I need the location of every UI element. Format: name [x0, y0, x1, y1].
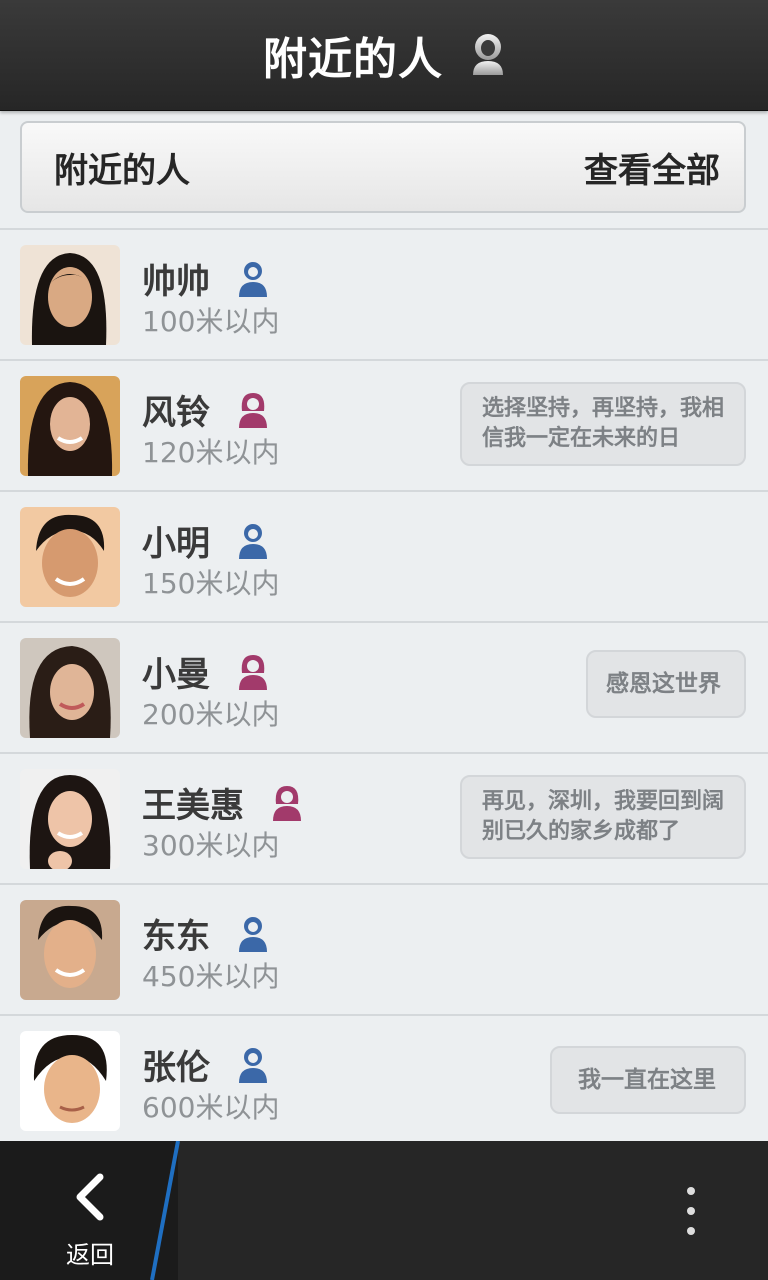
- status-bubble: 再见，深圳，我要回到阔别已久的家乡成都了: [460, 775, 746, 859]
- distance-label: 300米以内: [142, 829, 280, 862]
- avatar: [20, 900, 120, 1000]
- person-name-text: 王美惠: [142, 786, 244, 826]
- distance-label: 120米以内: [142, 436, 280, 469]
- avatar: [20, 245, 120, 345]
- more-vertical-icon: [687, 1207, 695, 1215]
- list-item[interactable]: 风铃 120米以内 选择坚持，再坚持，我相信我一定在未来的日: [0, 359, 768, 490]
- nearby-filter-bar[interactable]: 附近的人 查看全部: [20, 121, 746, 213]
- person-name: 风铃: [142, 385, 268, 434]
- avatar: [20, 769, 120, 869]
- list-item[interactable]: 帅帅 100米以内: [0, 228, 768, 359]
- person-name: 张伦: [142, 1040, 268, 1089]
- chevron-left-icon: [76, 1173, 104, 1221]
- title-bar: 附近的人: [0, 0, 768, 111]
- avatar: [20, 1031, 120, 1131]
- list-item[interactable]: 东东 450米以内: [0, 883, 768, 1014]
- person-name-text: 东东: [142, 917, 210, 957]
- status-bubble: 感恩这世界: [586, 650, 746, 718]
- person-name-text: 小明: [142, 524, 210, 564]
- distance-label: 450米以内: [142, 960, 280, 993]
- female-user-icon: [239, 392, 267, 428]
- avatar: [20, 638, 120, 738]
- person-name-text: 帅帅: [142, 262, 210, 302]
- avatar: [20, 376, 120, 476]
- male-user-icon: [239, 523, 267, 559]
- distance-label: 200米以内: [142, 698, 280, 731]
- list-item[interactable]: 小明 150米以内: [0, 490, 768, 621]
- female-user-icon: [239, 654, 267, 690]
- male-user-icon: [239, 1047, 267, 1083]
- female-user-icon: [273, 785, 301, 821]
- filter-label: 附近的人: [54, 150, 190, 191]
- back-label: 返回: [66, 1241, 114, 1269]
- person-name: 东东: [142, 909, 268, 958]
- male-user-icon: [239, 916, 267, 952]
- more-options-button[interactable]: [674, 1181, 708, 1241]
- person-icon: [473, 34, 503, 75]
- person-name: 帅帅: [142, 254, 268, 303]
- person-name: 小曼: [142, 647, 268, 696]
- distance-label: 600米以内: [142, 1091, 280, 1124]
- list-item[interactable]: 小曼 200米以内 感恩这世界: [0, 621, 768, 752]
- person-name-text: 风铃: [142, 393, 210, 433]
- person-name: 王美惠: [142, 778, 302, 827]
- people-list: 帅帅 100米以内 风铃 120米以内 选择坚持，再坚持，我相信我一定在未来的日…: [0, 228, 768, 1145]
- person-name-text: 小曼: [142, 655, 210, 695]
- distance-label: 100米以内: [142, 305, 280, 338]
- person-name-text: 张伦: [142, 1048, 210, 1088]
- list-item[interactable]: 王美惠 300米以内 再见，深圳，我要回到阔别已久的家乡成都了: [0, 752, 768, 883]
- male-user-icon: [239, 261, 267, 297]
- status-bubble: 我一直在这里: [550, 1046, 746, 1114]
- more-vertical-icon: [687, 1227, 695, 1235]
- view-all-button[interactable]: 查看全部: [584, 143, 720, 192]
- person-name: 小明: [142, 516, 268, 565]
- distance-label: 150米以内: [142, 567, 280, 600]
- divider: [148, 1141, 180, 1280]
- page-title: 附近的人: [263, 34, 443, 85]
- avatar: [20, 507, 120, 607]
- status-bubble: 选择坚持，再坚持，我相信我一定在未来的日: [460, 382, 746, 466]
- list-item[interactable]: 张伦 600米以内 我一直在这里: [0, 1014, 768, 1145]
- more-vertical-icon: [687, 1187, 695, 1195]
- bottom-action-bar: 返回: [0, 1141, 768, 1280]
